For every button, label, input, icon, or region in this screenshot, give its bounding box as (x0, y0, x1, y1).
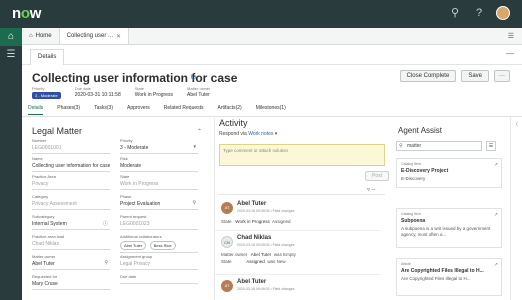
close-tab-icon[interactable]: ✕ (116, 33, 121, 40)
case-meta: Priority 3 - Moderate Due date 2020-03-3… (32, 86, 210, 99)
collaborator-chip[interactable]: Bess Rice (149, 241, 176, 250)
field-assignment-group[interactable]: Assignment group Legal Privacy (120, 254, 198, 270)
field-risk[interactable]: Risk Moderate (120, 156, 198, 172)
refresh-icon[interactable]: ↻ (190, 73, 197, 82)
activity-filters: ▿ – (367, 186, 375, 193)
sub-tab-row: Details — (22, 45, 522, 65)
header-actions: Close Complete Save ··· (399, 70, 510, 82)
search-icon: ⚲ (399, 143, 403, 149)
field-category[interactable]: Category Privacy Assessment (32, 194, 110, 210)
activity-panel: Activity Respond via Work notes ▾ Type c… (214, 118, 390, 300)
divider (215, 274, 381, 275)
lookup-icon[interactable]: ⚲ (192, 200, 196, 206)
field-due-date[interactable]: Due date (120, 274, 198, 284)
collapse-icon[interactable]: – (372, 187, 375, 193)
field-requested-for[interactable]: Requested for Mary Cruse (32, 274, 110, 290)
activity-entry: CN Chad Niklas 2020-03-18 09:49:03 • Fie… (221, 235, 296, 264)
servicenow-logo[interactable]: now (12, 5, 41, 22)
nav-phases[interactable]: Phases(3) (57, 105, 80, 115)
post-button[interactable]: Post (365, 171, 390, 181)
nav-related-requests[interactable]: Related Requests (164, 105, 204, 115)
meta-state: State Work in Progress (134, 86, 174, 98)
meta-priority: Priority 3 - Moderate (32, 86, 61, 99)
more-options-icon[interactable]: — (506, 49, 514, 58)
lookup-icon[interactable]: ⚲ (104, 260, 108, 266)
activity-entry: AT Abel Tuter 2020-03-18 09:49:03 • Fiel… (221, 201, 295, 224)
field-change-row: State Assigned was New (221, 259, 286, 264)
agent-assist-title: Agent Assist (398, 126, 443, 135)
top-icons: ⚲ ? (448, 6, 510, 20)
more-actions-button[interactable]: ··· (494, 70, 510, 82)
close-complete-button[interactable]: Close Complete (399, 70, 457, 82)
top-bar: now ⚲ ? (0, 0, 522, 28)
collaborator-chip[interactable]: Abel Tuter (120, 241, 147, 250)
nav-milestones[interactable]: Milestones(1) (256, 105, 286, 115)
help-icon[interactable]: ? (472, 6, 486, 20)
save-button[interactable]: Save (461, 70, 489, 82)
search-icon[interactable]: ⚲ (448, 6, 462, 20)
field-change-row: Matter owner Abel Tuter was Empty (221, 252, 296, 257)
assist-search-input[interactable]: ⚲ matter (396, 141, 482, 151)
tab-details[interactable]: Details (30, 49, 65, 65)
page-title: Collecting user information for case (32, 71, 238, 85)
field-matter-owner[interactable]: Matter owner Abel Tuter ⚲ (32, 254, 110, 270)
legal-matter-form: Legal Matter ⌃ Number LEG0001001 Name Co… (30, 118, 208, 300)
divider (215, 230, 381, 231)
left-rail: ⌂ ☰ (0, 28, 22, 300)
filter-icon[interactable]: ▿ (367, 187, 370, 193)
divider (219, 194, 385, 195)
respond-via: Respond via Work notes ▾ (219, 131, 278, 137)
right-rail: 〈 (510, 118, 522, 300)
info-icon[interactable]: ⓘ (103, 220, 108, 227)
field-parent-request[interactable]: Parent request LEG0001023 (120, 214, 198, 230)
field-change-row: State Work in Progress Assigned (221, 219, 291, 224)
field-name[interactable]: Name Collecting user information for cas… (32, 156, 110, 172)
divider (22, 116, 522, 117)
nav-details[interactable]: Details (28, 105, 44, 115)
collapse-icon[interactable]: ⌃ (197, 128, 202, 135)
section-title: Legal Matter (32, 126, 83, 136)
field-number[interactable]: Number LEG0001001 (32, 138, 110, 154)
field-additional-collaborators[interactable]: Additional collaborators Abel Tuter Bess… (120, 234, 198, 253)
nav-approvers[interactable]: Approvers (127, 105, 150, 115)
tabs-menu-icon[interactable]: ☰ (508, 32, 514, 40)
workspace-tabs: ⌂ Home Collecting user ... ✕ ☰ (22, 28, 522, 45)
nav-artifacts[interactable]: Artifacts(2) (218, 105, 242, 115)
tab-case[interactable]: Collecting user ... ✕ (59, 28, 130, 44)
home-small-icon: ⌂ (29, 33, 33, 39)
field-priority[interactable]: Priority 3 - Moderate ▾ (120, 138, 198, 154)
home-icon[interactable]: ⌂ (0, 28, 22, 46)
share-icon[interactable]: ↗ (494, 262, 498, 268)
assist-card[interactable]: Catalog Item Subpoena A subpoena is a wr… (396, 208, 502, 248)
agent-assist-panel: Agent Assist ⚲ matter ☰ Catalog Item E-D… (392, 118, 508, 300)
avatar: AT (221, 202, 233, 214)
assist-card[interactable]: Article Are Copyrighted Files Illegal to… (396, 258, 502, 296)
filter-button[interactable]: ☰ (486, 141, 496, 151)
record-nav: Details Phases(3) Tasks(3) Approvers Rel… (28, 105, 286, 115)
field-subcategory[interactable]: Subcategory Internal System ⓘ (32, 214, 110, 230)
share-icon[interactable]: ↗ (494, 162, 498, 168)
meta-matter-owner: Matter owner Abel Tuter (187, 86, 211, 98)
share-icon[interactable]: ↗ (494, 212, 498, 218)
chevron-down-icon[interactable]: ▾ (275, 131, 278, 137)
avatar: AT (221, 280, 233, 292)
tab-home[interactable]: ⌂ Home (22, 28, 60, 44)
field-state[interactable]: State Work in Progress (120, 174, 198, 190)
assist-card[interactable]: Catalog Item E-Discovery Project E-Disco… (396, 158, 502, 188)
comment-input[interactable]: Type comment or attach solution (219, 144, 385, 166)
priority-badge: 3 - Moderate (32, 92, 61, 99)
work-notes-dropdown[interactable]: Work notes (248, 131, 273, 137)
field-practice-area-lead[interactable]: Practice area lead Chad Niklas (32, 234, 110, 250)
field-practice-area[interactable]: Practice Area Privacy (32, 174, 110, 190)
collapse-panel-icon[interactable]: 〈 (513, 121, 518, 128)
field-phase[interactable]: Phase Project Evaluation ⚲ (120, 194, 198, 210)
chevron-down-icon[interactable]: ▾ (193, 144, 196, 150)
activity-title: Activity (219, 118, 248, 128)
list-icon[interactable]: ☰ (0, 46, 22, 64)
nav-tasks[interactable]: Tasks(3) (94, 105, 113, 115)
user-avatar-icon[interactable] (496, 6, 510, 20)
meta-due-date: Due date 2020-03-31 10:11:58 (74, 86, 121, 98)
activity-entry: AT Abel Tuter 2020-03-18 09:49:03 • Fiel… (219, 278, 385, 298)
avatar: CN (221, 236, 233, 248)
